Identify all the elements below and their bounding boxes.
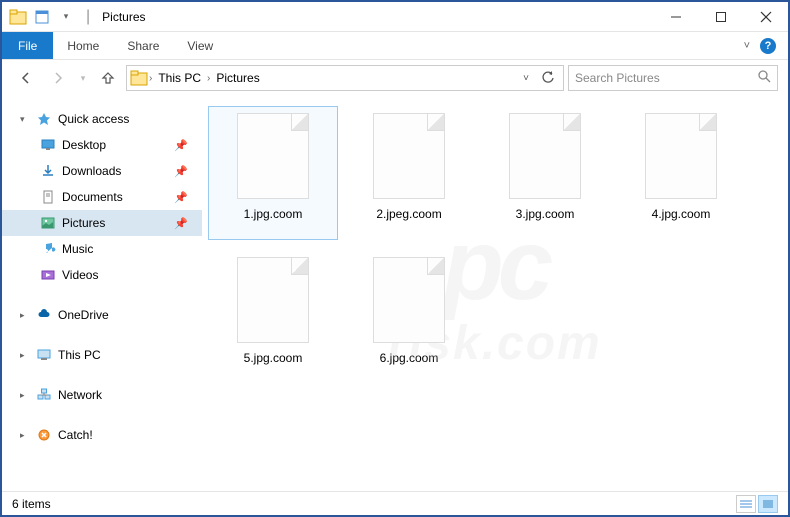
sidebar-item-label: Downloads: [62, 164, 121, 178]
file-item[interactable]: 4.jpg.coom: [616, 106, 746, 240]
sidebar-item-label: This PC: [58, 348, 101, 362]
star-icon: [36, 111, 52, 127]
search-placeholder: Search Pictures: [575, 71, 758, 85]
file-name: 5.jpg.coom: [244, 351, 303, 365]
sidebar-item-label: Quick access: [58, 112, 129, 126]
file-tab[interactable]: File: [2, 32, 53, 59]
sidebar-item-desktop[interactable]: Desktop 📌: [2, 132, 202, 158]
refresh-button[interactable]: [537, 71, 559, 85]
window-title: Pictures: [102, 10, 145, 24]
recent-dropdown[interactable]: ▾: [76, 64, 90, 92]
back-button[interactable]: [12, 64, 40, 92]
downloads-icon: [40, 163, 56, 179]
chevron-right-icon: ▸: [20, 310, 30, 321]
file-list[interactable]: pcrisk.com 1.jpg.coom2.jpeg.coom3.jpg.co…: [202, 96, 788, 491]
close-button[interactable]: [743, 3, 788, 31]
sidebar-item-downloads[interactable]: Downloads 📌: [2, 158, 202, 184]
sidebar-item-pictures[interactable]: Pictures 📌: [2, 210, 202, 236]
chevron-right-icon[interactable]: ›: [147, 73, 154, 84]
qat-dropdown-icon[interactable]: ▾: [58, 9, 74, 25]
search-input[interactable]: Search Pictures: [568, 65, 778, 91]
tab-share[interactable]: Share: [113, 32, 173, 59]
sidebar-item-music[interactable]: Music: [2, 236, 202, 262]
desktop-icon: [40, 137, 56, 153]
sidebar-item-videos[interactable]: Videos: [2, 262, 202, 288]
address-bar[interactable]: › This PC › Pictures ˅: [126, 65, 564, 91]
details-view-button[interactable]: [736, 495, 756, 513]
thispc-icon: [36, 347, 52, 363]
chevron-right-icon[interactable]: ›: [205, 73, 212, 84]
ribbon: File Home Share View ˅ ?: [2, 32, 788, 60]
breadcrumb-pictures[interactable]: Pictures: [212, 71, 263, 85]
sidebar-item-label: Videos: [62, 268, 98, 282]
sidebar-item-thispc[interactable]: ▸ This PC: [2, 342, 202, 368]
sidebar-item-label: OneDrive: [58, 308, 109, 322]
file-thumbnail: [509, 113, 581, 199]
forward-button[interactable]: [44, 64, 72, 92]
ribbon-expand-icon[interactable]: ˅: [744, 40, 750, 52]
sidebar-item-label: Network: [58, 388, 102, 402]
pictures-icon: [40, 215, 56, 231]
tab-home[interactable]: Home: [53, 32, 113, 59]
sidebar-item-label: Catch!: [58, 428, 93, 442]
file-thumbnail: [373, 257, 445, 343]
chevron-right-icon: ▸: [20, 390, 30, 401]
title-separator: |: [86, 8, 90, 26]
file-thumbnail: [645, 113, 717, 199]
help-icon[interactable]: ?: [760, 38, 776, 54]
chevron-right-icon: ▸: [20, 430, 30, 441]
pin-icon: 📌: [174, 165, 188, 178]
network-icon: [36, 387, 52, 403]
address-dropdown-icon[interactable]: ˅: [515, 73, 537, 84]
sidebar-quick-access[interactable]: ▾ Quick access: [2, 106, 202, 132]
pin-icon: 📌: [174, 139, 188, 152]
file-item[interactable]: 5.jpg.coom: [208, 250, 338, 384]
item-count: 6 items: [12, 497, 51, 511]
sidebar-item-label: Documents: [62, 190, 123, 204]
tab-view[interactable]: View: [173, 32, 227, 59]
file-name: 3.jpg.coom: [516, 207, 575, 221]
file-item[interactable]: 6.jpg.coom: [344, 250, 474, 384]
sidebar-item-catch[interactable]: ▸ Catch!: [2, 422, 202, 448]
sidebar-item-onedrive[interactable]: ▸ OneDrive: [2, 302, 202, 328]
chevron-down-icon: ▾: [20, 114, 30, 125]
navigation-row: ▾ › This PC › Pictures ˅ Search Pictures: [2, 60, 788, 96]
file-thumbnail: [237, 257, 309, 343]
folder-icon: [131, 70, 147, 86]
breadcrumb-thispc[interactable]: This PC: [154, 71, 205, 85]
videos-icon: [40, 267, 56, 283]
onedrive-icon: [36, 307, 52, 323]
sidebar-item-documents[interactable]: Documents 📌: [2, 184, 202, 210]
maximize-button[interactable]: [698, 3, 743, 31]
chevron-right-icon: ▸: [20, 350, 30, 361]
explorer-icon: [10, 9, 26, 25]
file-item[interactable]: 3.jpg.coom: [480, 106, 610, 240]
titlebar: ▾ | Pictures: [2, 2, 788, 32]
sidebar-item-network[interactable]: ▸ Network: [2, 382, 202, 408]
file-name: 1.jpg.coom: [244, 207, 303, 221]
file-name: 2.jpeg.coom: [376, 207, 441, 221]
file-item[interactable]: 2.jpeg.coom: [344, 106, 474, 240]
main-area: ▾ Quick access Desktop📌Downloads📌Documen…: [2, 96, 788, 491]
minimize-button[interactable]: [653, 3, 698, 31]
sidebar-item-label: Pictures: [62, 216, 105, 230]
file-name: 6.jpg.coom: [380, 351, 439, 365]
up-button[interactable]: [94, 64, 122, 92]
sidebar-item-label: Desktop: [62, 138, 106, 152]
thumbnails-view-button[interactable]: [758, 495, 778, 513]
status-bar: 6 items: [2, 491, 788, 515]
file-thumbnail: [237, 113, 309, 199]
sidebar-item-label: Music: [62, 242, 93, 256]
navigation-pane: ▾ Quick access Desktop📌Downloads📌Documen…: [2, 96, 202, 491]
search-icon: [758, 70, 771, 86]
pin-icon: 📌: [174, 191, 188, 204]
file-thumbnail: [373, 113, 445, 199]
music-icon: [40, 241, 56, 257]
file-name: 4.jpg.coom: [652, 207, 711, 221]
catch-icon: [36, 427, 52, 443]
pin-icon: 📌: [174, 217, 188, 230]
file-item[interactable]: 1.jpg.coom: [208, 106, 338, 240]
documents-icon: [40, 189, 56, 205]
qat-properties-icon[interactable]: [34, 9, 50, 25]
